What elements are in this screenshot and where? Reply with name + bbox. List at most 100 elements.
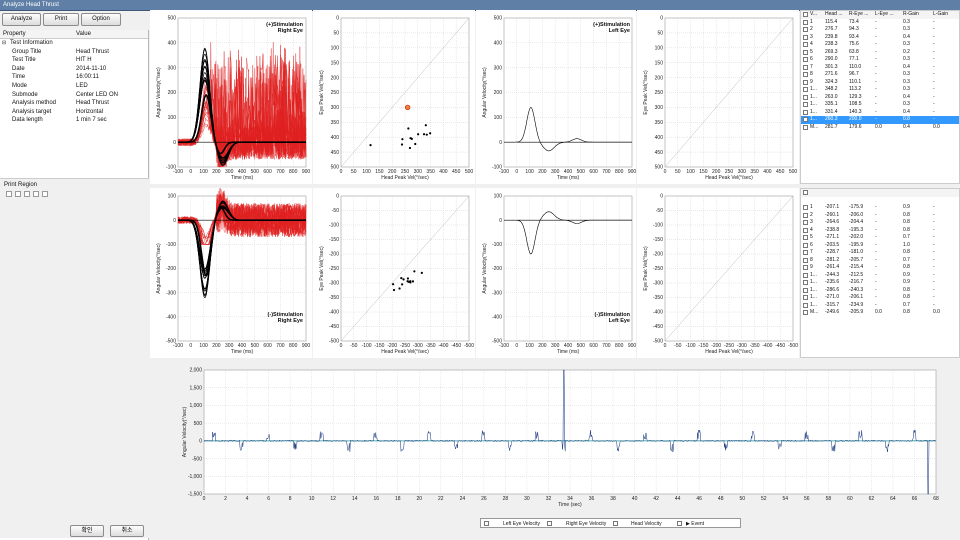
pos-left-eye-velocity-chart[interactable]: -100 0 100 200 300 400 500 600 700 800 900 500 400 30…	[476, 10, 636, 184]
table-row[interactable]: 5 -271.1 -202.0 - 0.7 -	[801, 234, 959, 242]
row-checkbox[interactable]	[803, 109, 808, 115]
table-row[interactable]: 3 239.8 93.4 - 0.4 -	[801, 34, 959, 42]
row-checkbox[interactable]	[803, 87, 808, 92]
row-checkbox[interactable]	[803, 235, 808, 240]
row-checkbox[interactable]	[803, 205, 808, 210]
column-header[interactable]: R-Gain	[903, 11, 919, 19]
neg-peak-scatter-chart[interactable]: 0 -50 -100 -150 -200 -250 -300 -350 -400 -450 -500…	[313, 188, 475, 358]
option-button[interactable]: Option	[81, 13, 121, 26]
row-checkbox[interactable]	[803, 302, 808, 308]
table-row[interactable]: 1... 331.4 140.3 - 0.4 -	[801, 109, 959, 117]
row-checkbox[interactable]	[803, 72, 808, 77]
table-row[interactable]: 9 324.3 110.1 - 0.3 -	[801, 79, 959, 87]
neg-results-table[interactable]: 1 -207.1 -175.9 - 0.9 - 2 -260.1 -206.0 - 0.8 - 3 -26…	[800, 188, 960, 358]
table-row[interactable]: 1... -244.3 -212.5 - 0.9 -	[801, 272, 959, 280]
property-group-row[interactable]: ⊟ Test Information	[0, 39, 148, 48]
row-checkbox[interactable]	[803, 124, 808, 130]
table-row[interactable]: 4 238.3 75.6 - 0.3 -	[801, 41, 959, 49]
pos-right-eye-velocity-chart[interactable]: -100 0 100 200 300 400 500 600 700 800 900 500 400 30…	[150, 10, 312, 184]
select-all-checkbox[interactable]	[803, 12, 808, 17]
row-checkbox[interactable]	[803, 265, 808, 270]
row-checkbox[interactable]	[803, 57, 808, 62]
table-row[interactable]: 2 276.7 94.3 - 0.3 -	[801, 26, 959, 34]
row-checkbox[interactable]	[803, 220, 808, 225]
row-checkbox[interactable]	[803, 102, 808, 107]
table-row[interactable]: 1... 263.0 129.3 - 0.4 -	[801, 94, 959, 102]
table-row[interactable]: 7 301.3 110.0 - 0.4 -	[801, 64, 959, 72]
table-row[interactable]: 2 -260.1 -206.0 - 0.8 -	[801, 212, 959, 220]
row-checkbox[interactable]	[803, 94, 808, 100]
cancel-button[interactable]: 취소	[110, 525, 144, 537]
property-row[interactable]: Time 16:00:11	[0, 73, 148, 82]
row-checkbox[interactable]	[803, 42, 808, 47]
row-checkbox[interactable]	[803, 34, 808, 40]
pos-peak-scatter-chart[interactable]: 0 50 100 150 200 250 300 350 400 450 500 0 50 100 150 2…	[313, 10, 475, 184]
property-row[interactable]: Test Title HIT H	[0, 56, 148, 65]
value-column-header[interactable]: Value	[76, 31, 91, 37]
row-checkbox[interactable]	[803, 272, 808, 278]
collapse-icon[interactable]: ⊟	[2, 39, 6, 48]
table-row[interactable]: 1 115.4 73.4 - 0.3 -	[801, 19, 959, 27]
column-header[interactable]: Head ...	[825, 11, 843, 19]
property-row[interactable]: Data length 1 min 7 sec	[0, 116, 148, 125]
row-checkbox[interactable]	[803, 79, 808, 85]
table-row[interactable]: 8 271.6 96.7 - 0.3 -	[801, 71, 959, 79]
select-all-checkbox[interactable]	[803, 190, 808, 195]
table-row[interactable]: 1... -271.0 -206.1 - 0.8 -	[801, 294, 959, 302]
property-row[interactable]: Mode LED	[0, 82, 148, 91]
neg-left-eye-velocity-chart[interactable]: -100 0 100 200 300 400 500 600 700 800 900 100 0 -100…	[476, 188, 636, 358]
right-eye-checkbox[interactable]	[547, 521, 552, 526]
row-checkbox[interactable]	[803, 27, 808, 32]
table-row[interactable]: 3 -264.6 -204.4 - 0.8 -	[801, 219, 959, 227]
print-region-checkbox[interactable]	[33, 191, 39, 197]
property-row[interactable]: Group Title Head Thrust	[0, 48, 148, 57]
print-button[interactable]: Print	[43, 13, 79, 26]
table-row[interactable]: 1... 260.3 200.0 - 0.8 -	[801, 116, 959, 124]
property-row[interactable]: Analysis target Horizontal	[0, 108, 148, 117]
row-checkbox[interactable]	[803, 257, 808, 263]
print-region-checkbox[interactable]	[42, 191, 48, 197]
row-checkbox[interactable]	[803, 242, 808, 248]
table-row[interactable]: 1 -207.1 -175.9 - 0.9 -	[801, 204, 959, 212]
table-row[interactable]: 4 -238.8 -195.3 - 0.8 -	[801, 227, 959, 235]
print-region-checkbox[interactable]	[6, 191, 12, 197]
table-row[interactable]: 1... 348.2 113.2 - 0.3 -	[801, 86, 959, 94]
table-row[interactable]: 7 -228.7 -181.0 - 0.8 -	[801, 249, 959, 257]
table-row[interactable]: 1... -315.7 -234.9 - 0.7 -	[801, 302, 959, 310]
row-checkbox[interactable]	[803, 280, 808, 285]
property-column-header[interactable]: Property	[3, 31, 26, 37]
print-region-checkbox[interactable]	[15, 191, 21, 197]
property-row[interactable]: Analysis method Head Thrust	[0, 99, 148, 108]
row-checkbox[interactable]	[803, 295, 808, 300]
print-region-checkbox[interactable]	[24, 191, 30, 197]
row-checkbox[interactable]	[803, 64, 808, 70]
table-row[interactable]: 1... 335.1 108.5 - 0.3 -	[801, 101, 959, 109]
pos-results-table[interactable]: V... Head ... R-Eye ... L-Eye ... R-Gain L-Ga…	[800, 10, 960, 184]
column-header[interactable]: L-Eye ...	[875, 11, 894, 19]
row-checkbox[interactable]	[803, 310, 808, 315]
table-row[interactable]: 5 269.3 63.8 - 0.2 -	[801, 49, 959, 57]
property-row[interactable]: Date 2014-11-10	[0, 65, 148, 74]
column-header[interactable]: R-Eye ...	[849, 11, 868, 19]
row-checkbox[interactable]	[803, 287, 808, 293]
row-checkbox[interactable]	[803, 49, 808, 55]
pos-left-peak-scatter-chart[interactable]: 0 50 100 150 200 250 300 350 400 450 500 0 50 100 150 2…	[637, 10, 799, 184]
left-eye-checkbox[interactable]	[484, 521, 489, 526]
ok-button[interactable]: 확인	[70, 525, 104, 537]
table-row[interactable]: 6 290.0 77.1 - 0.3 -	[801, 56, 959, 64]
analyze-button[interactable]: Analyze	[2, 13, 41, 26]
table-row[interactable]: 1... -286.6 -240.3 - 0.8 -	[801, 287, 959, 295]
row-checkbox[interactable]	[803, 212, 808, 218]
neg-left-peak-scatter-chart[interactable]: 0 -50 -100 -150 -200 -250 -300 -350 -400 -450 -500…	[637, 188, 799, 358]
property-row[interactable]: Submode Center LED ON	[0, 91, 148, 100]
neg-right-eye-velocity-chart[interactable]: -100 0 100 200 300 400 500 600 700 800 900 100 0 -100…	[150, 188, 312, 358]
table-row[interactable]: 6 -203.5 -195.9 - 1.0 -	[801, 242, 959, 250]
table-row[interactable]: 1... -235.6 -216.7 - 0.9 -	[801, 279, 959, 287]
table-row[interactable]: 8 -281.2 -205.7 - 0.7 -	[801, 257, 959, 265]
row-checkbox[interactable]	[803, 250, 808, 255]
head-checkbox[interactable]	[613, 521, 618, 526]
column-header[interactable]: L-Gain	[933, 11, 948, 19]
event-checkbox[interactable]	[677, 521, 682, 526]
row-checkbox[interactable]	[803, 117, 808, 122]
table-row[interactable]: M... 281.7 179.6 0.0 0.4 0.0	[801, 124, 959, 132]
